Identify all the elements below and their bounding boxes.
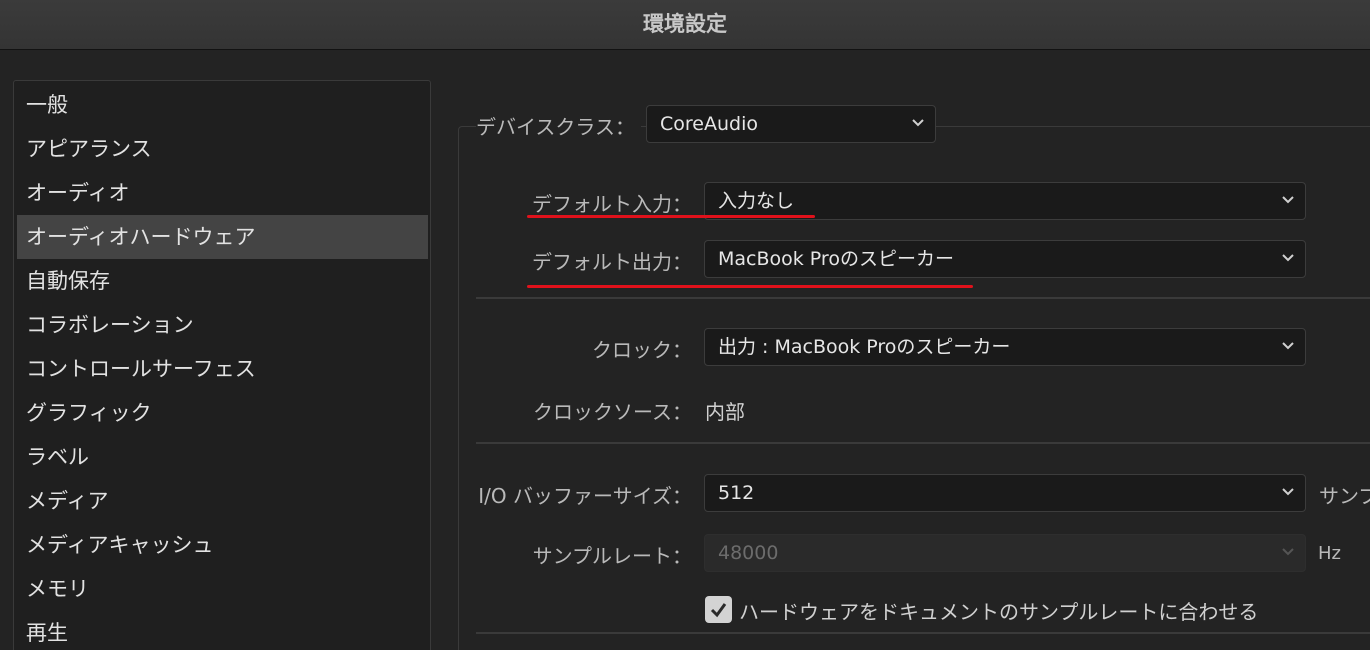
section-divider [476, 632, 1370, 634]
annotation-underline-output [527, 285, 973, 288]
sidebar-item-control-surface[interactable]: コントロールサーフェス [17, 347, 428, 391]
chevron-down-icon [1282, 488, 1294, 496]
default-output-value: MacBook Proのスピーカー [718, 248, 954, 270]
sidebar-item-playback[interactable]: 再生 [17, 611, 428, 650]
sidebar-item-auto-save[interactable]: 自動保存 [17, 259, 428, 303]
match-sample-rate-label[interactable]: ハードウェアをドキュメントのサンプルレートに合わせる [739, 596, 1258, 625]
device-class-value: CoreAudio [660, 113, 758, 135]
preferences-sidebar: 一般 アピアランス オーディオ オーディオハードウェア 自動保存 コラボレーショ… [13, 80, 431, 650]
chevron-down-icon [1282, 548, 1294, 556]
clock-source-value: 内部 [705, 400, 745, 424]
io-buffer-size-select[interactable]: 512 [704, 474, 1306, 512]
sidebar-item-appearance[interactable]: アピアランス [17, 127, 428, 171]
default-output-label: デフォルト出力： [532, 250, 692, 274]
match-sample-rate-checkbox[interactable] [705, 596, 732, 623]
checkmark-icon [710, 603, 727, 618]
section-divider [476, 442, 1370, 444]
window-title: 環境設定 [643, 12, 727, 36]
clock-label: クロック： [592, 338, 692, 362]
sidebar-item-media-cache[interactable]: メディアキャッシュ [17, 523, 428, 567]
chevron-down-icon [1282, 254, 1294, 262]
device-class-label: デバイスクラス： [476, 111, 641, 140]
clock-value: 出力 : MacBook Proのスピーカー [718, 336, 1011, 358]
sample-rate-label: サンプルレート： [532, 544, 692, 568]
default-output-select[interactable]: MacBook Proのスピーカー [704, 240, 1306, 278]
annotation-underline-input [527, 215, 815, 218]
io-buffer-size-label: I/O バッファーサイズ： [478, 484, 692, 508]
chevron-down-icon [1282, 196, 1294, 204]
io-buffer-size-value: 512 [718, 482, 755, 504]
sample-rate-value: 48000 [718, 542, 779, 564]
default-input-value: 入力なし [718, 190, 795, 212]
chevron-down-icon [912, 119, 924, 127]
chevron-down-icon [1282, 342, 1294, 350]
clock-select[interactable]: 出力 : MacBook Proのスピーカー [704, 328, 1306, 366]
sidebar-item-memory[interactable]: メモリ [17, 567, 428, 611]
sidebar-item-labels[interactable]: ラベル [17, 435, 428, 479]
sidebar-item-graphics[interactable]: グラフィック [17, 391, 428, 435]
section-divider [476, 297, 1370, 299]
title-bar: 環境設定 [0, 0, 1370, 50]
sample-rate-unit: Hz [1318, 543, 1341, 564]
sidebar-item-audio-hardware[interactable]: オーディオハードウェア [17, 215, 428, 259]
default-input-label: デフォルト入力： [532, 192, 692, 216]
sample-rate-select[interactable]: 48000 [704, 534, 1306, 572]
sidebar-item-collaboration[interactable]: コラボレーション [17, 303, 428, 347]
sidebar-item-general[interactable]: 一般 [17, 83, 428, 127]
device-class-select[interactable]: CoreAudio [646, 105, 936, 143]
sidebar-item-audio[interactable]: オーディオ [17, 171, 428, 215]
sidebar-item-media[interactable]: メディア [17, 479, 428, 523]
io-buffer-size-unit: サンプ [1319, 484, 1370, 508]
clock-source-label: クロックソース： [533, 400, 692, 424]
